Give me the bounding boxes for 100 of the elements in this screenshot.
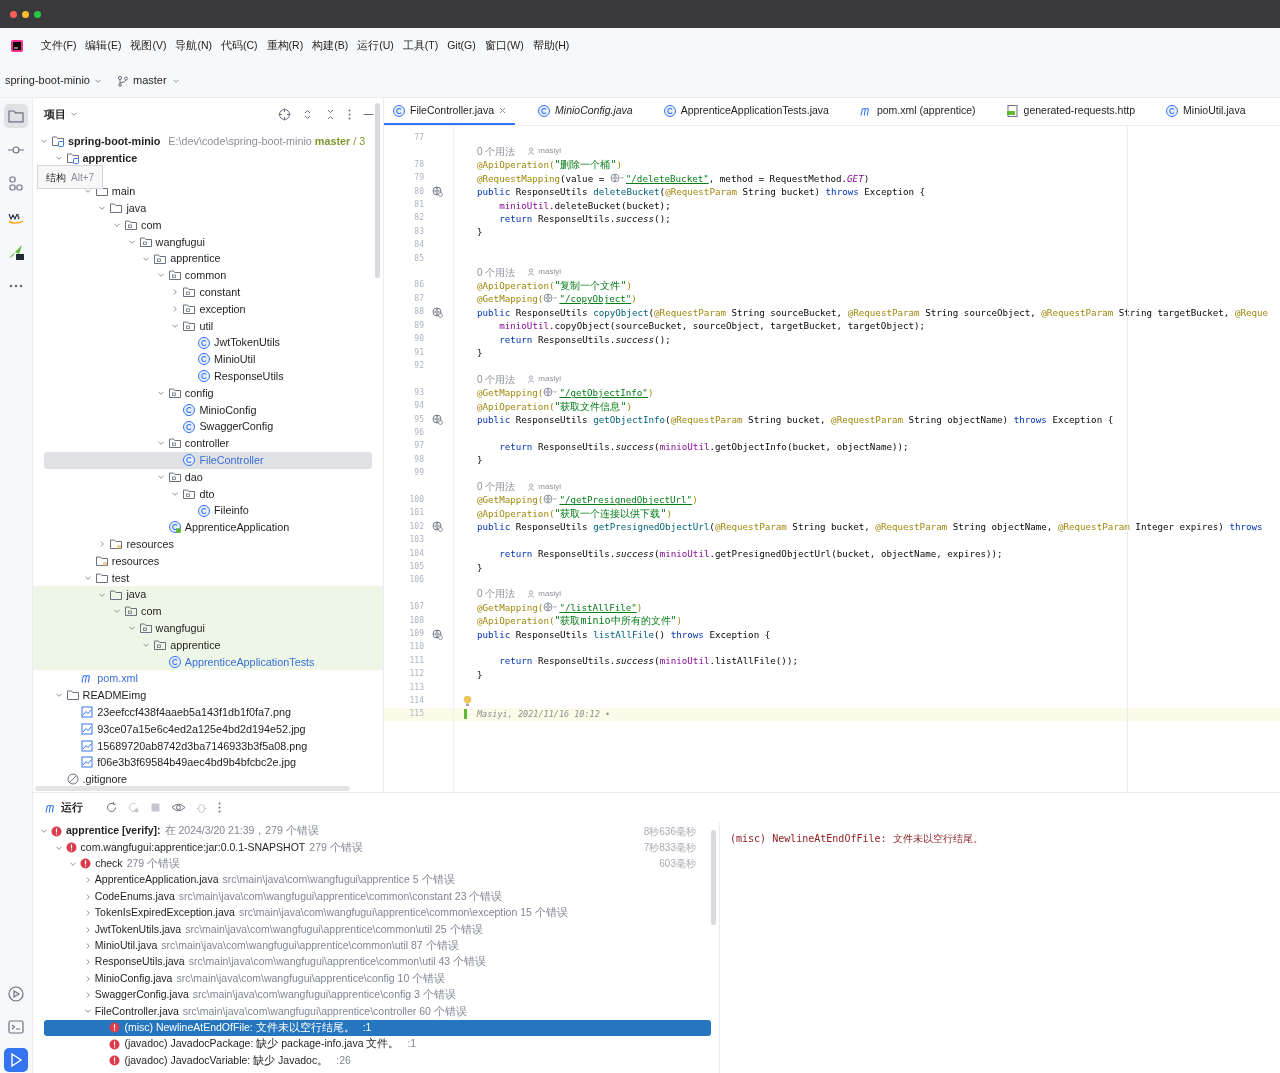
web-endpoint-icon[interactable] (432, 186, 443, 198)
tree-item[interactable]: com (33, 216, 383, 234)
menu-item[interactable]: 构建(B) (312, 38, 349, 54)
usage-hint[interactable]: 0 个用法 (477, 264, 516, 280)
tree-item[interactable]: apprentice (33, 149, 383, 167)
result-row[interactable]: ApprenticeApplication.java src\main\java\com\wangfugui\apprentice 5 个错误 (33, 872, 700, 889)
usage-hint[interactable]: 0 个用法 (477, 586, 516, 602)
tree-item[interactable]: resources (33, 535, 383, 553)
lightbulb-icon[interactable] (463, 695, 472, 708)
result-row[interactable]: CodeEnums.java src\main\java\com\wangfugui\apprentice\common\constant 23 个错误 (33, 888, 700, 905)
result-row[interactable]: TokenIsExpiredException.java src\main\java\com\wangfugui\apprentice\common\exception 15 个错误 (33, 904, 700, 922)
web-endpoint-icon[interactable] (432, 414, 443, 426)
tree-item[interactable]: spring-boot-minio E:\dev\code\spring-boot-minio master / 3 (33, 132, 383, 150)
tree-item[interactable]: READMEimg (33, 686, 383, 704)
editor-tab[interactable]: ApprenticeApplicationTests.java (654, 98, 837, 125)
locate-icon[interactable] (278, 107, 291, 121)
menu-item[interactable]: 导航(N) (175, 38, 212, 54)
result-row[interactable]: check 279 个错误 603毫秒 (33, 855, 700, 873)
author-hint[interactable]: masiyi (538, 373, 561, 386)
run-tab[interactable]: 运行 (44, 799, 83, 816)
stop-icon[interactable] (149, 801, 162, 814)
usage-hint[interactable]: 0 个用法 (477, 371, 516, 387)
close-window-button[interactable] (10, 10, 17, 18)
tree-item[interactable]: config (33, 384, 383, 402)
menu-item[interactable]: 视图(V) (130, 38, 167, 54)
web-endpoint-icon[interactable] (432, 306, 443, 318)
app-logo-icon[interactable] (10, 39, 24, 53)
menu-item[interactable]: 文件(F) (41, 38, 77, 54)
tree-item[interactable]: 93ce07a15e6c4ed2a125e4bd2d194e52.jpg (33, 720, 383, 738)
tree-item[interactable]: test (33, 569, 383, 587)
menu-item[interactable]: 运行(U) (357, 38, 394, 54)
editor-tab[interactable]: MinioConfig.java (529, 98, 641, 125)
result-row[interactable]: (javadoc) JavadocPackage: 缺少 package-info.java 文件。 :1 (33, 1036, 700, 1053)
tree-item[interactable]: java (33, 199, 383, 217)
usage-hint[interactable]: 0 个用法 (477, 143, 516, 159)
tree-item[interactable]: ApprenticeApplicationTests (33, 653, 383, 671)
editor-tab[interactable]: FileController.java (384, 98, 516, 125)
result-row[interactable]: com.wangfugui:apprentice:jar:0.0.1-SNAPSHOT 279 个错误 7秒833毫秒 (33, 839, 700, 856)
project-dropdown[interactable]: spring-boot-minio (5, 72, 103, 89)
tree-item[interactable]: dto (33, 485, 383, 503)
tree-item[interactable]: JwtTokenUtils (33, 334, 383, 351)
more-icon[interactable] (347, 107, 352, 121)
tree-item[interactable]: Fileinfo (33, 502, 383, 519)
usage-hint[interactable]: 0 个用法 (477, 479, 516, 495)
tree-item[interactable]: pom.xml (33, 670, 383, 687)
rerun-failed-icon[interactable] (127, 801, 140, 814)
author-hint[interactable]: masiyi (538, 266, 561, 279)
tree-item[interactable]: f06e3b3f69584b49aec4bd9b4bfcbc2e.jpg (33, 754, 383, 771)
result-row[interactable]: JwtTokenUtils.java src\main\java\com\wangfugui\apprentice\common\util 25 个错误 (33, 921, 700, 938)
author-hint[interactable]: masiyi (538, 587, 561, 600)
tree-item[interactable]: dao (33, 468, 383, 486)
author-hint[interactable]: masiyi (538, 145, 561, 158)
tree-item[interactable]: constant (33, 283, 383, 301)
result-row[interactable]: apprentice [verify]: 在 2024/3/20 21:39，279 个错误 8秒636毫秒 (33, 823, 700, 840)
zoom-window-button[interactable] (34, 10, 41, 18)
author-hint[interactable]: masiyi (538, 480, 561, 493)
tree-item[interactable]: exception (33, 300, 383, 318)
tree-item[interactable]: wangfugui (33, 233, 383, 251)
branch-dropdown[interactable]: master (117, 72, 181, 89)
rerun-icon[interactable] (105, 801, 118, 814)
panel-title[interactable]: 项目 (44, 105, 66, 123)
web-endpoint-icon[interactable] (432, 628, 443, 640)
result-row[interactable]: FileController.java src\main\java\com\wangfugui\apprentice\controller 60 个错误 (33, 1003, 700, 1020)
tree-item[interactable]: main (33, 183, 383, 200)
tree-item[interactable]: FileController (44, 451, 372, 469)
tree-item[interactable]: common (33, 266, 383, 284)
result-row[interactable]: (misc) NewlineAtEndOfFile: 文件未以空行结尾。 :1 (44, 1019, 711, 1037)
editor-tab[interactable]: MinioUtil.java (1157, 98, 1254, 125)
menu-item[interactable]: 工具(T) (402, 38, 439, 54)
menu-item[interactable]: 代码(C) (221, 38, 258, 54)
tree-item[interactable]: 23eefccf438f4aaeb5a143f1db1f0fa7.png (33, 703, 383, 721)
eye-icon[interactable] (171, 801, 186, 814)
result-row[interactable]: MinioUtil.java src\main\java\com\wangfugui\apprentice\common\util 87 个错误 (33, 937, 700, 955)
menu-item[interactable]: 窗口(W) (484, 38, 524, 54)
close-icon[interactable] (498, 106, 508, 115)
result-row[interactable]: MinioConfig.java src\main\java\com\wangfugui\apprentice\config 10 个错误 (33, 970, 700, 987)
result-row[interactable]: (javadoc) JavadocVariable: 缺少 Javadoc。 :26 (33, 1052, 700, 1069)
menu-item[interactable]: 重构(R) (266, 38, 304, 54)
web-endpoint-icon[interactable] (432, 521, 443, 533)
more-icon[interactable] (217, 801, 222, 814)
tree-item[interactable]: ResponseUtils (33, 367, 383, 385)
tree-item[interactable]: .gitignore (33, 770, 383, 788)
result-row[interactable]: SwaggerConfig.java src\main\java\com\wangfugui\apprentice\config 3 个错误 (33, 986, 700, 1004)
tree-item[interactable]: MinioUtil (33, 350, 383, 368)
tree-item[interactable]: apprentice (33, 250, 383, 267)
tree-item[interactable]: 15689720ab8742d3ba7146933b3f5a08.png (33, 737, 383, 755)
tree-item[interactable]: MinioConfig (33, 401, 383, 419)
editor-tab[interactable]: generated-requests.http (997, 98, 1144, 125)
minimize-window-button[interactable] (22, 10, 29, 18)
tree-item[interactable]: ApprenticeApplication (33, 518, 383, 536)
debug-icon[interactable] (195, 801, 208, 814)
menu-item[interactable]: 编辑(E) (85, 38, 122, 54)
tree-item[interactable]: util (33, 317, 383, 335)
tree-item[interactable]: java (33, 586, 383, 603)
result-row[interactable]: ResponseUtils.java src\main\java\com\wangfugui\apprentice\common\util 43 个错误 (33, 954, 700, 971)
tree-item[interactable]: controller (33, 434, 383, 452)
tree-item[interactable]: resources (33, 552, 383, 570)
menu-item[interactable]: Git(G) (447, 38, 476, 54)
editor-tab[interactable]: pom.xml (apprentice) (850, 98, 984, 125)
menu-item[interactable]: 帮助(H) (532, 38, 570, 54)
